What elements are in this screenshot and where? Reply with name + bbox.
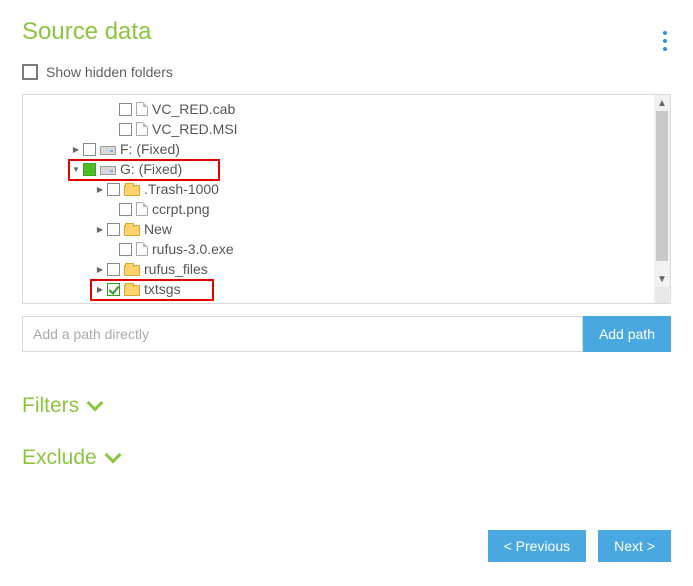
tree-checkbox[interactable] [83, 163, 96, 176]
next-button[interactable]: Next > [598, 530, 671, 562]
tree-row[interactable]: F: (Fixed) [23, 139, 670, 159]
tree-item-label: .Trash-1000 [144, 181, 219, 197]
chevron-down-icon [104, 447, 121, 464]
checkbox-empty-icon [22, 64, 38, 80]
expand-arrow-icon[interactable] [95, 184, 105, 195]
tree-row[interactable]: New [23, 219, 670, 239]
file-icon [136, 122, 148, 136]
tree-row[interactable]: txtsgs [23, 279, 670, 299]
tree-row[interactable]: ccrpt.png [23, 199, 670, 219]
tree-item-label: rufus-3.0.exe [152, 241, 234, 257]
tree-item-label: txtsgs [144, 281, 181, 297]
exclude-section-toggle[interactable]: Exclude [22, 446, 671, 470]
drive-icon [100, 146, 116, 155]
folder-icon [124, 185, 140, 196]
resize-grip-icon[interactable] [655, 287, 669, 303]
filters-section-toggle[interactable]: Filters [22, 394, 671, 418]
show-hidden-folders-checkbox[interactable]: Show hidden folders [22, 64, 671, 80]
tree-row[interactable]: .Trash-1000 [23, 179, 670, 199]
expand-arrow-icon[interactable] [95, 264, 105, 275]
scrollbar[interactable]: ▲ ▼ [654, 95, 670, 303]
show-hidden-label: Show hidden folders [46, 64, 173, 80]
tree-item-label: VC_RED.MSI [152, 121, 238, 137]
tree-checkbox[interactable] [83, 143, 96, 156]
tree-checkbox[interactable] [107, 283, 120, 296]
chevron-down-icon [87, 395, 104, 412]
file-icon [136, 242, 148, 256]
tree-checkbox[interactable] [119, 103, 132, 116]
tree-row[interactable]: VC_RED.cab [23, 99, 670, 119]
tree-checkbox[interactable] [119, 123, 132, 136]
tree-item-label: VC_RED.cab [152, 101, 235, 117]
filters-label: Filters [22, 394, 79, 418]
expand-arrow-icon[interactable] [95, 284, 105, 295]
page-title: Source data [22, 18, 151, 46]
file-icon [136, 202, 148, 216]
tree-row[interactable]: rufus-3.0.exe [23, 239, 670, 259]
folder-icon [124, 265, 140, 276]
expand-arrow-icon[interactable] [71, 164, 81, 175]
tree-checkbox[interactable] [119, 243, 132, 256]
tree-item-label: G: (Fixed) [120, 161, 182, 177]
tree-checkbox[interactable] [119, 203, 132, 216]
scrollbar-thumb[interactable] [656, 111, 668, 261]
drive-icon [100, 166, 116, 175]
folder-icon [124, 225, 140, 236]
expand-arrow-icon[interactable] [71, 144, 81, 155]
previous-button[interactable]: < Previous [488, 530, 587, 562]
tree-item-label: New [144, 221, 172, 237]
folder-icon [124, 285, 140, 296]
tree-checkbox[interactable] [107, 183, 120, 196]
tree-row[interactable]: rufus_files [23, 259, 670, 279]
tree-row[interactable]: VC_RED.MSI [23, 119, 670, 139]
exclude-label: Exclude [22, 446, 97, 470]
path-input[interactable] [22, 316, 583, 352]
tree-item-label: F: (Fixed) [120, 141, 180, 157]
more-menu-icon[interactable] [659, 27, 671, 55]
add-path-button[interactable]: Add path [583, 316, 671, 352]
tree-checkbox[interactable] [107, 223, 120, 236]
tree-item-label: ccrpt.png [152, 201, 210, 217]
tree-row[interactable]: G: (Fixed) [23, 159, 670, 179]
file-icon [136, 102, 148, 116]
tree-checkbox[interactable] [107, 263, 120, 276]
scroll-down-icon[interactable]: ▼ [654, 271, 670, 287]
folder-tree[interactable]: VC_RED.cab VC_RED.MSI F: (Fixed) G: (Fixed)… [22, 94, 671, 304]
scroll-up-icon[interactable]: ▲ [654, 95, 670, 111]
expand-arrow-icon[interactable] [95, 224, 105, 235]
tree-item-label: rufus_files [144, 261, 208, 277]
